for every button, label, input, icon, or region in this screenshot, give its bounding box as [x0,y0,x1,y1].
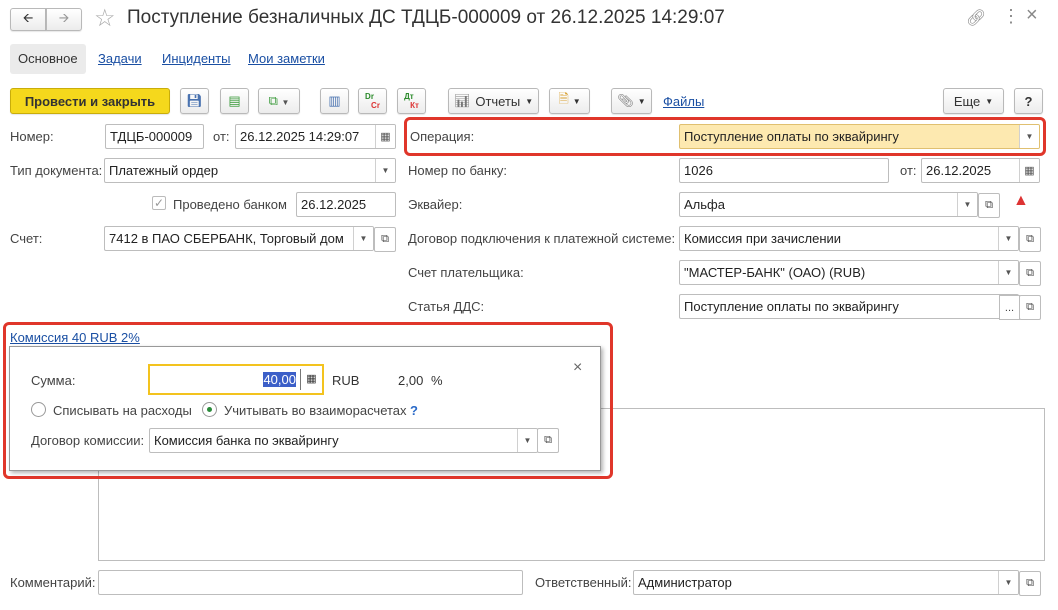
doc-type-select[interactable]: Платежный ордер ▼ [104,158,396,183]
link-icon[interactable]: 🔗︎ [966,8,986,28]
dropdown-icon[interactable]: ▼ [517,429,537,452]
dropdown-icon[interactable]: ▼ [353,227,373,250]
tab-incidents[interactable]: Инциденты [154,44,239,74]
post-button[interactable]: ▤ [220,88,249,114]
dropdown-icon[interactable]: ▼ [998,261,1018,284]
post-document-icon: ▤ [228,93,241,108]
list-icon: ▥ [328,93,341,108]
calendar-icon[interactable]: ▦ [375,125,395,148]
dt-kt-button[interactable]: Дт Кт [397,88,426,114]
help-icon[interactable]: ? [410,403,418,418]
arrow-left-icon: 🡨 [22,9,34,25]
open-acquirer-button[interactable]: ⧉ [978,193,1000,218]
dropdown-icon[interactable]: ▼ [375,159,395,182]
bank-date-input[interactable]: 26.12.2025 ▦ [921,158,1040,183]
percent-value: 2,00 [398,373,424,388]
responsible-select[interactable]: Администратор ▼ [633,570,1019,595]
comment-input[interactable] [98,570,523,595]
radio-settlements[interactable] [202,402,217,417]
open-dds-button[interactable]: ⧉ [1019,295,1041,320]
tab-notes[interactable]: Мои заметки [240,44,333,74]
open-commission-contract-button[interactable]: ⧉ [537,428,559,453]
commission-popup: Сумма: 40,00 ▦ RUB 2,00 % × Списывать на… [9,346,601,471]
doc-type-label: Тип документа: [10,163,103,178]
reports-button[interactable]: 📊︎ Отчеты ▼ [448,88,539,114]
dds-label: Статья ДДС: [408,299,485,314]
tab-main[interactable]: Основное [10,44,86,74]
post-and-close-button[interactable]: Провести и закрыть [10,88,170,114]
list-button[interactable]: ▥ [320,88,349,114]
save-icon: 💾︎ [186,93,203,108]
payer-account-label: Счет плательщика: [408,265,524,280]
bank-done-date[interactable]: 26.12.2025 [296,192,396,217]
sum-label: Сумма: [31,373,76,388]
dds-input[interactable]: Поступление оплаты по эквайрингу [679,294,1019,319]
warning-icon: ▲ [1013,192,1029,209]
dropdown-icon[interactable]: ▼ [1019,125,1039,148]
close-popup-icon[interactable]: × [573,359,582,377]
paperclip-icon: 📎︎ [617,93,634,108]
account-label: Счет: [10,231,43,246]
save-button[interactable]: 💾︎ [180,88,209,114]
operation-label: Операция: [410,129,475,144]
create-based-on-button[interactable]: ⧉ ▼ [258,88,300,114]
commission-contract-select[interactable]: Комиссия банка по эквайрингу ▼ [149,428,538,453]
radio-expenses[interactable] [31,402,46,417]
calendar-icon[interactable]: ▦ [1019,159,1039,182]
radio-settlements-label: Учитывать во взаиморасчетах [224,403,407,418]
operation-select[interactable]: Поступление оплаты по эквайрингу ▼ [679,124,1040,149]
dr-cr-icon: Dr Cr [365,92,380,110]
contract-label: Договор подключения к платежной системе: [408,231,676,246]
dr-cr-button[interactable]: Dr Cr [358,88,387,114]
dt-kt-icon: Дт Кт [404,92,419,110]
date-label: от: [213,129,230,144]
help-button[interactable]: ? [1014,88,1043,114]
attach-button[interactable]: 📎︎ ▼ [611,88,652,114]
number-label: Номер: [10,129,54,144]
currency: RUB [332,373,360,388]
calculator-icon[interactable]: ▦ [300,369,322,390]
bank-done-label: Проведено банком [173,197,287,212]
create-based-icon: ⧉ ▼ [268,93,290,108]
page-title: Поступление безналичных ДС ТДЦБ-000009 о… [127,7,725,28]
account-select[interactable]: 7412 в ПАО СБЕРБАНК, Торговый дом ▼ [104,226,374,251]
forward-button[interactable]: 🡪 [46,8,82,31]
bank-done-checkbox[interactable]: ✓ [152,196,166,210]
bank-date-label: от: [900,163,917,178]
star-icon[interactable]: ☆ [94,4,116,33]
files-link[interactable]: Файлы [663,94,704,109]
payer-account-select[interactable]: "МАСТЕР-БАНК" (ОАО) (RUB) ▼ [679,260,1019,285]
contract-select[interactable]: Комиссия при зачислении ▼ [679,226,1019,251]
back-button[interactable]: 🡨 [10,8,46,31]
more-icon[interactable]: ⋮ [1002,6,1020,27]
sum-input[interactable]: 40,00 ▦ [148,364,324,395]
print-icon: 🗎︎ [558,91,569,106]
commission-contract-label: Договор комиссии: [31,433,145,448]
bank-number-label: Номер по банку: [408,163,508,178]
number-input[interactable]: ТДЦБ-000009 [105,124,204,149]
percent-sign: % [431,373,443,388]
dropdown-icon[interactable]: ▼ [957,193,977,216]
radio-expenses-label: Списывать на расходы [53,403,192,418]
dropdown-icon[interactable]: ▼ [998,571,1018,594]
more-button[interactable]: Еще ▼ [943,88,1004,114]
acquirer-select[interactable]: Альфа ▼ [679,192,978,217]
open-account-button[interactable]: ⧉ [374,227,396,252]
acquirer-label: Эквайер: [408,197,463,212]
arrow-right-icon: 🡪 [58,9,70,25]
tab-tasks[interactable]: Задачи [90,44,150,74]
close-icon[interactable]: × [1026,4,1038,27]
comment-label: Комментарий: [10,575,96,590]
open-responsible-button[interactable]: ⧉ [1019,571,1041,596]
responsible-label: Ответственный: [535,575,632,590]
bank-number-input[interactable]: 1026 [679,158,889,183]
open-contract-button[interactable]: ⧉ [1019,227,1041,252]
date-input[interactable]: 26.12.2025 14:29:07 ▦ [235,124,396,149]
print-button[interactable]: 🗎︎ ▼ [549,88,590,114]
report-icon: 📊︎ [453,93,471,108]
open-payer-account-button[interactable]: ⧉ [1019,261,1041,286]
dropdown-icon[interactable]: ▼ [998,227,1018,250]
dds-select-button[interactable]: ... [999,295,1020,320]
